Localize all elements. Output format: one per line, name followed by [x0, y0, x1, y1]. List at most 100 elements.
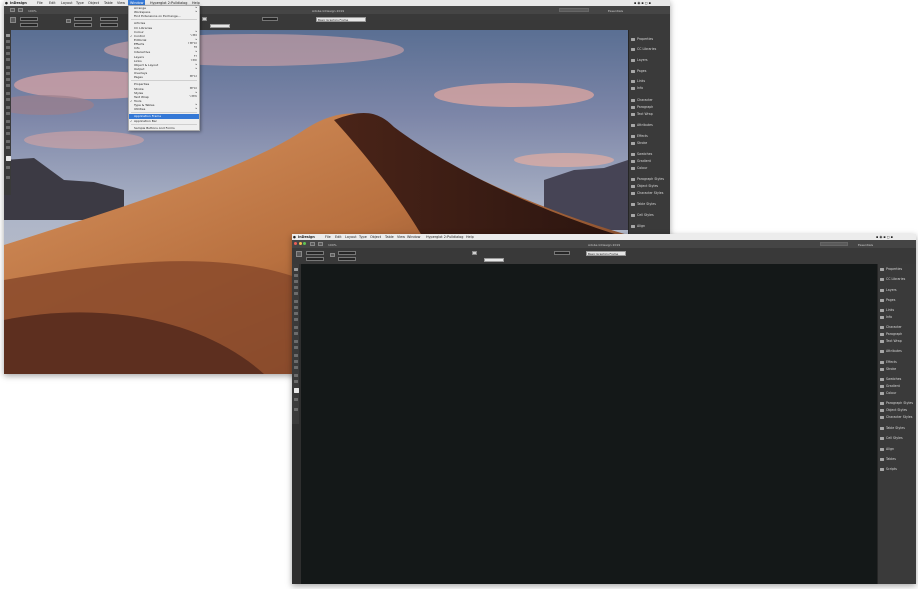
- menu-type[interactable]: Type: [76, 1, 84, 5]
- window-menu-item[interactable]: ✓ Application Bar: [129, 119, 199, 123]
- screen-mode-icon[interactable]: [293, 408, 298, 411]
- pencil-tool-icon[interactable]: [5, 84, 10, 87]
- panel-properties[interactable]: Properties: [880, 266, 915, 273]
- y-field[interactable]: [306, 257, 324, 261]
- pencil-tool-icon[interactable]: [293, 318, 298, 321]
- x-field[interactable]: [306, 251, 324, 255]
- panel-info[interactable]: Info: [880, 314, 915, 321]
- home-icon[interactable]: [310, 242, 315, 246]
- zoom-window-icon[interactable]: [303, 241, 307, 245]
- fill-stroke-icon[interactable]: [293, 388, 299, 393]
- formatting-affects-icon[interactable]: [293, 398, 298, 401]
- panel-cc-libraries[interactable]: CC Libraries: [631, 46, 669, 53]
- panel-layers[interactable]: Layers: [631, 57, 669, 64]
- h-field[interactable]: [74, 23, 92, 27]
- panel-align[interactable]: Align: [880, 446, 915, 453]
- panel-swatches[interactable]: Swatches: [880, 376, 915, 383]
- panel-table-styles[interactable]: Table Styles: [631, 201, 669, 208]
- page-tool-icon[interactable]: [293, 280, 298, 283]
- panel-paragraph-styles[interactable]: Paragraph Styles: [631, 176, 669, 183]
- panel-cell-styles[interactable]: Cell Styles: [880, 435, 915, 442]
- rectangle-frame-tool-icon[interactable]: [293, 326, 298, 329]
- panel-pages[interactable]: Pages: [880, 297, 915, 304]
- rectangle-frame-tool-icon[interactable]: [5, 92, 10, 95]
- panel-stroke[interactable]: Stroke: [880, 366, 915, 373]
- menu-help[interactable]: Help: [466, 235, 474, 239]
- panel-character[interactable]: Character: [631, 97, 669, 104]
- panel-paragraph[interactable]: Paragraph: [880, 331, 915, 338]
- gap-tool-icon[interactable]: [293, 286, 298, 289]
- search-field[interactable]: [559, 8, 589, 12]
- eyedropper-tool-icon[interactable]: [293, 366, 298, 369]
- panel-align[interactable]: Align: [631, 223, 669, 230]
- gradient-tool-icon[interactable]: [5, 120, 10, 123]
- fill-swatch-icon[interactable]: [472, 251, 477, 255]
- note-tool-icon[interactable]: [5, 126, 10, 129]
- panel-stroke[interactable]: Stroke: [631, 140, 669, 147]
- reference-point-icon[interactable]: [10, 17, 16, 23]
- stroke-weight-field[interactable]: [484, 258, 504, 262]
- stroke-weight-field[interactable]: [210, 24, 230, 28]
- menu-indesign[interactable]: InDesign: [298, 235, 315, 239]
- menu-object[interactable]: Object: [88, 1, 99, 5]
- home-icon[interactable]: [10, 8, 15, 12]
- window-menu-item[interactable]: Pages ⌘F12: [129, 75, 199, 79]
- content-collector-icon[interactable]: [5, 58, 10, 61]
- panel-effects[interactable]: Effects: [880, 359, 915, 366]
- menu-file[interactable]: File: [325, 235, 331, 239]
- panel-links[interactable]: Links: [631, 78, 669, 85]
- panel-object-styles[interactable]: Object Styles: [880, 407, 915, 414]
- panel-object-styles[interactable]: Object Styles: [631, 183, 669, 190]
- panel-gradient[interactable]: Gradient: [631, 158, 669, 165]
- reference-point-icon[interactable]: [296, 251, 302, 257]
- eyedropper-tool-icon[interactable]: [5, 132, 10, 135]
- direct-selection-tool-icon[interactable]: [293, 274, 298, 277]
- content-collector-icon[interactable]: [293, 292, 298, 295]
- menu-object[interactable]: Object: [370, 235, 381, 239]
- zoom-tool-icon[interactable]: [5, 146, 10, 149]
- panel-text-wrap[interactable]: Text Wrap: [880, 338, 915, 345]
- window-menu-item[interactable]: Utilities ▸: [129, 107, 199, 111]
- menu-edit[interactable]: Edit: [49, 1, 56, 5]
- panel-properties[interactable]: Properties: [631, 36, 669, 43]
- scissors-tool-icon[interactable]: [5, 106, 10, 109]
- panel-effects[interactable]: Effects: [631, 133, 669, 140]
- note-tool-icon[interactable]: [293, 360, 298, 363]
- w-field[interactable]: [338, 251, 356, 255]
- direct-selection-tool-icon[interactable]: [5, 40, 10, 43]
- rectangle-tool-icon[interactable]: [5, 98, 10, 101]
- constrain-icon[interactable]: [330, 253, 335, 257]
- type-tool-icon[interactable]: [5, 66, 10, 69]
- panel-table-styles[interactable]: Table Styles: [880, 425, 915, 432]
- workspace-switcher[interactable]: Essentials: [858, 243, 873, 247]
- panel-info[interactable]: Info: [631, 85, 669, 92]
- panel-character[interactable]: Character: [880, 324, 915, 331]
- panel-links[interactable]: Links: [880, 307, 915, 314]
- apple-icon[interactable]: ●: [5, 1, 8, 5]
- constrain-icon[interactable]: [66, 19, 71, 23]
- object-style-field[interactable]: Basic Graphics Frame: [316, 17, 366, 22]
- panel-colour[interactable]: Colour: [880, 390, 915, 397]
- window-menu-item[interactable]: Find Extensions on Exchange...: [129, 14, 199, 18]
- panel-scripts[interactable]: Scripts: [880, 466, 915, 473]
- free-transform-tool-icon[interactable]: [293, 346, 298, 349]
- panel-cell-styles[interactable]: Cell Styles: [631, 212, 669, 219]
- type-tool-icon[interactable]: [293, 300, 298, 303]
- opacity-field[interactable]: [554, 251, 570, 255]
- line-tool-icon[interactable]: [5, 72, 10, 75]
- panel-pages[interactable]: Pages: [631, 68, 669, 75]
- view-options-icon[interactable]: [18, 8, 23, 12]
- rectangle-tool-icon[interactable]: [293, 332, 298, 335]
- menu-table[interactable]: Table: [385, 235, 394, 239]
- window-menu-item[interactable]: Sample Buttons And Forms: [129, 126, 199, 130]
- gap-tool-icon[interactable]: [5, 52, 10, 55]
- panel-character-styles[interactable]: Character Styles: [631, 190, 669, 197]
- menu-view[interactable]: View: [397, 235, 405, 239]
- panel-attributes[interactable]: Attributes: [880, 348, 915, 355]
- free-transform-tool-icon[interactable]: [5, 112, 10, 115]
- selection-tool-icon[interactable]: [5, 34, 10, 37]
- panel-colour[interactable]: Colour: [631, 165, 669, 172]
- menu-indesign[interactable]: InDesign: [10, 1, 27, 5]
- panel-swatches[interactable]: Swatches: [631, 151, 669, 158]
- pen-tool-icon[interactable]: [293, 312, 298, 315]
